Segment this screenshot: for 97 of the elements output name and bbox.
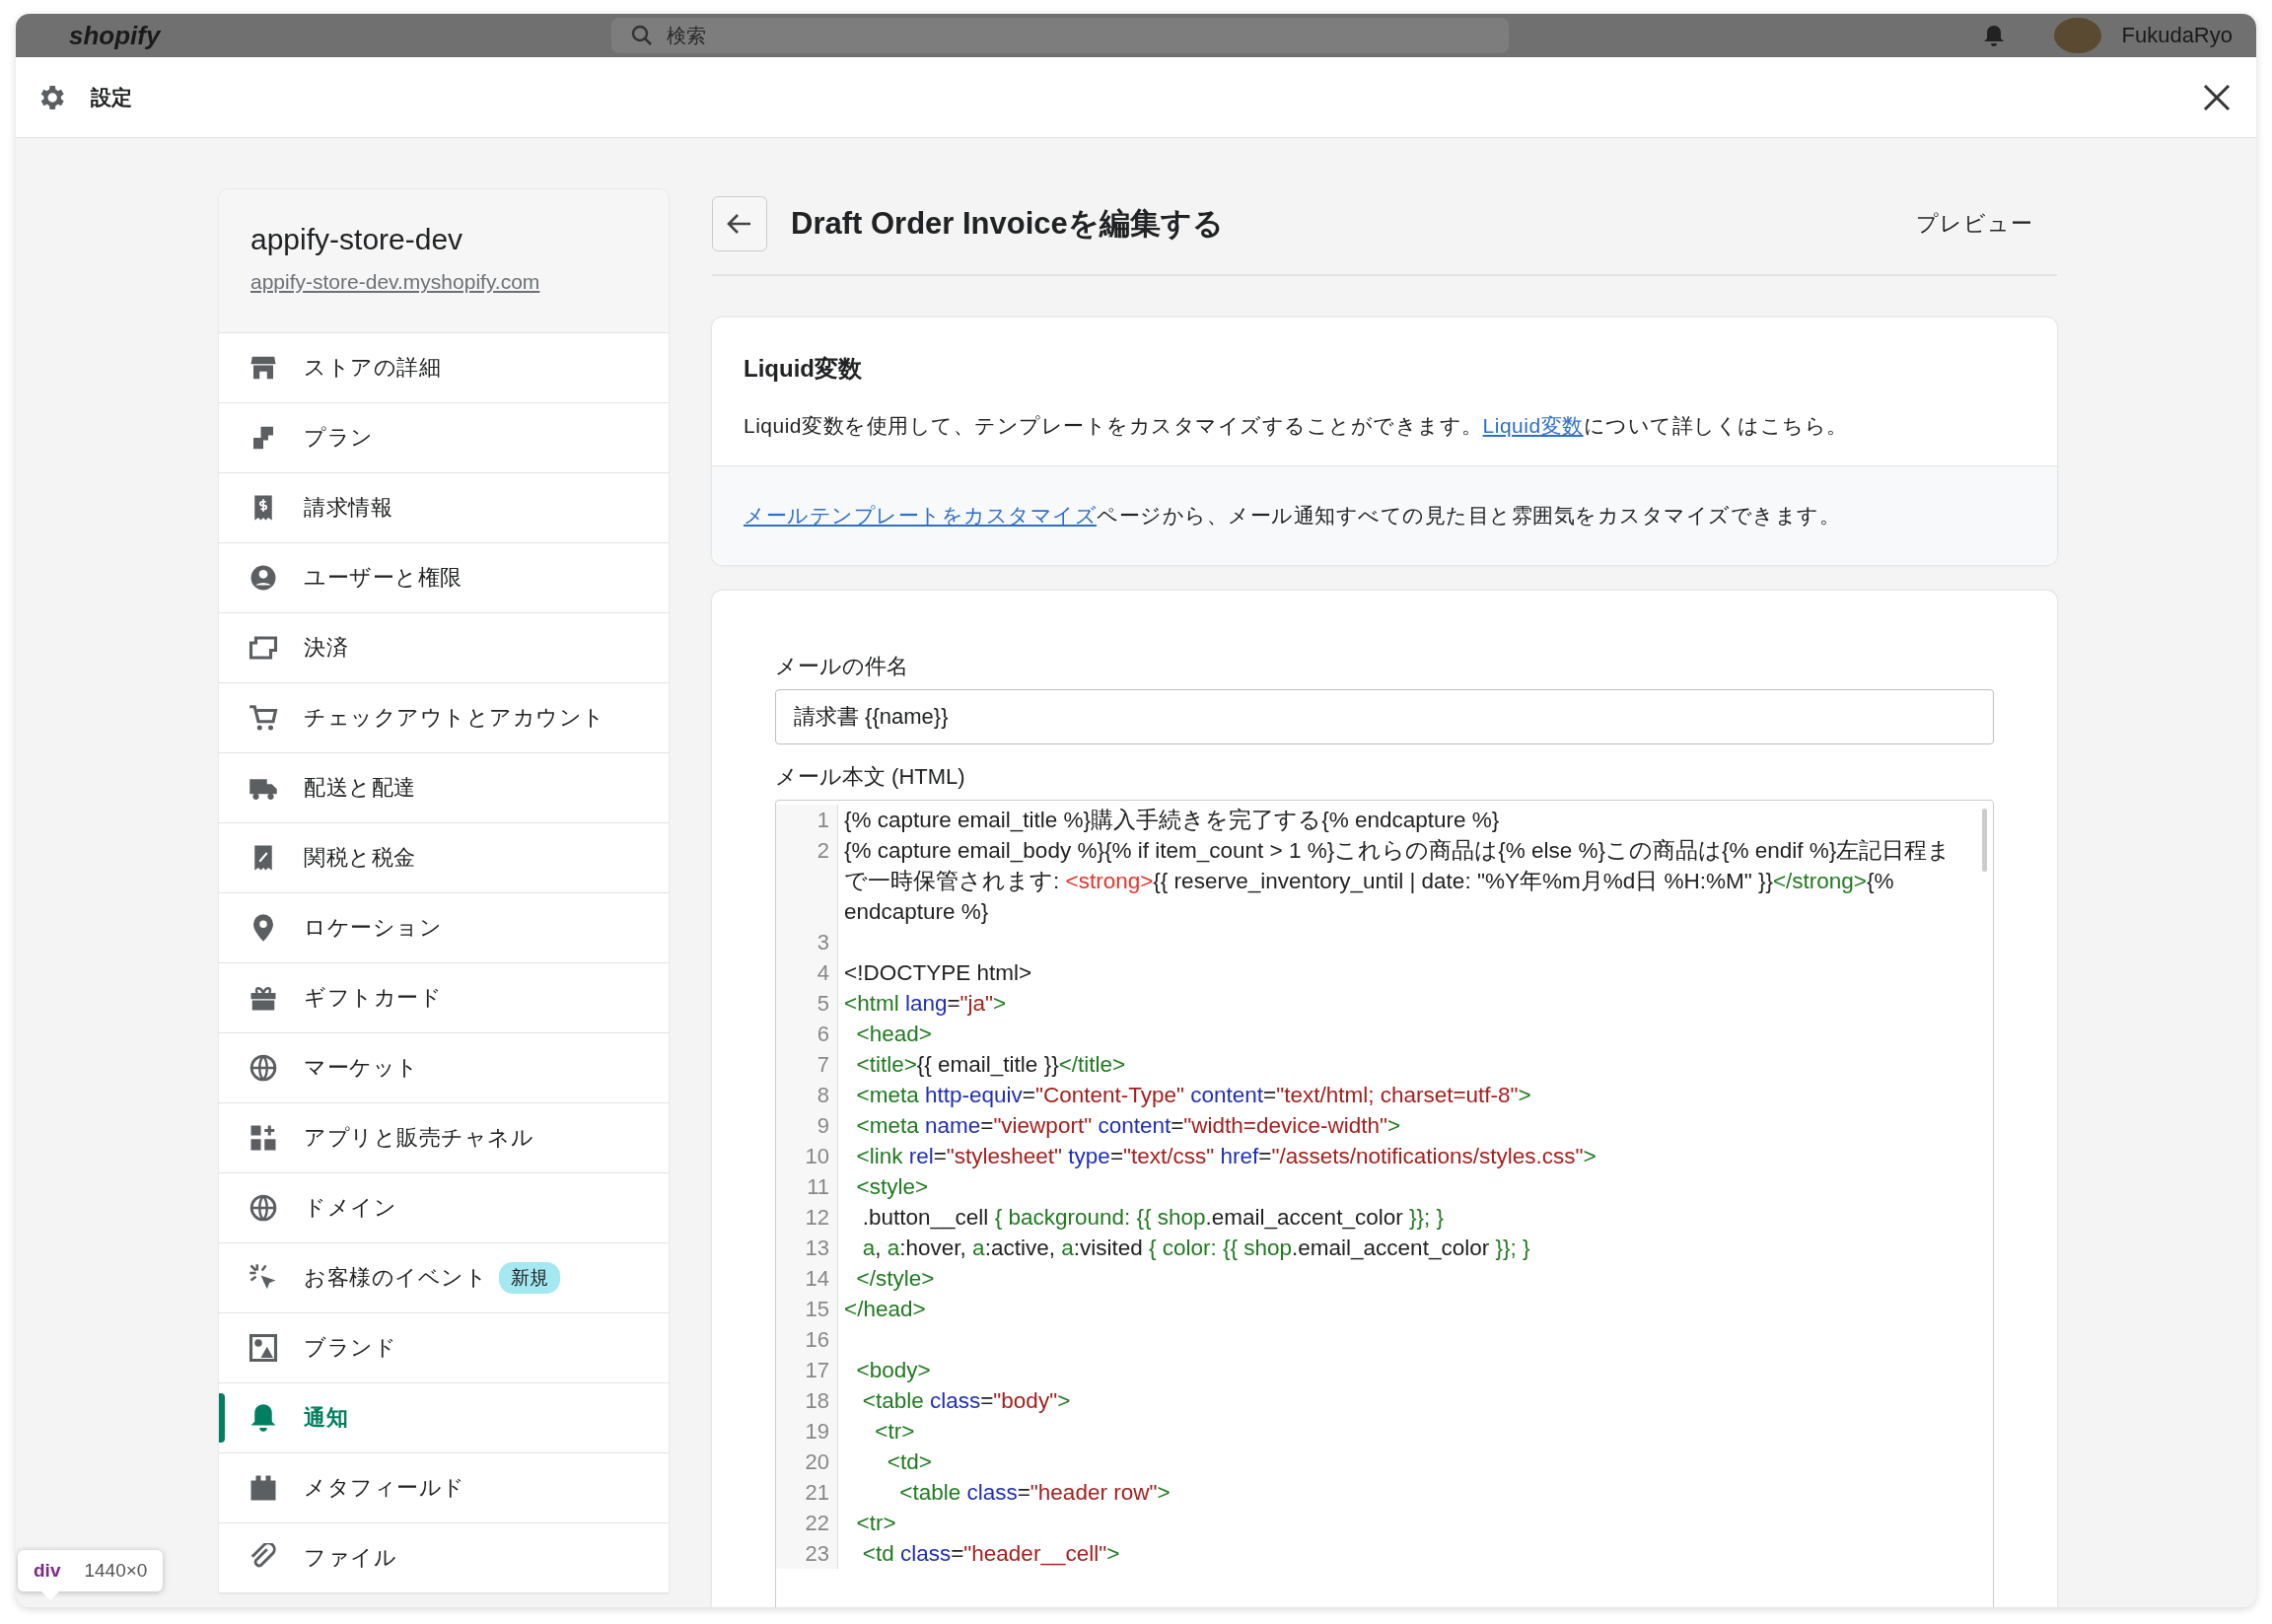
sidebar-item[interactable]: 通知	[219, 1383, 669, 1453]
template-description: メールテンプレートをカスタマイズページから、メール通知すべての見た目と雰囲気をカスタマイズできます。	[744, 503, 1841, 529]
code-line: </head>	[843, 1296, 926, 1323]
line-number: 4	[776, 957, 838, 988]
globe-icon	[248, 1193, 278, 1223]
scrollbar[interactable]	[1982, 809, 1987, 872]
code-line: </style>	[855, 1265, 935, 1293]
sidebar-item[interactable]: 請求情報	[219, 473, 669, 543]
page-title: Draft Order Invoiceを編集する	[791, 205, 1224, 243]
line-number: 6	[776, 1019, 838, 1049]
new-badge: 新規	[499, 1262, 560, 1294]
line-number: 8	[776, 1080, 838, 1110]
line-number: 16	[776, 1324, 838, 1355]
line-number: 13	[776, 1233, 838, 1263]
search-field[interactable]: 検索	[611, 18, 1509, 53]
user-icon	[248, 563, 278, 593]
preview-button[interactable]: プレビュー	[1910, 208, 2039, 240]
search-icon	[631, 25, 653, 46]
card-heading: Liquid変数	[744, 354, 863, 384]
sidebar-item[interactable]: メタフィールド	[219, 1453, 669, 1523]
line-number: 2	[776, 835, 838, 927]
settings-section-icon	[248, 633, 278, 663]
code-editor[interactable]	[775, 800, 1994, 1607]
code-line: <tr>	[874, 1418, 915, 1446]
user-name[interactable]: FukudaRyo	[2121, 23, 2233, 48]
line-number: 12	[776, 1202, 838, 1233]
line-number: 14	[776, 1263, 838, 1294]
code-line: <link rel="stylesheet" type="text/css" href="/assets/notifications/styles.css">	[855, 1143, 1597, 1170]
sidebar-item[interactable]: 決済	[219, 613, 669, 683]
field-label: メール本文 (HTML)	[775, 763, 966, 791]
sidebar-item[interactable]: ドメイン	[219, 1173, 669, 1243]
bell-icon	[248, 1403, 278, 1433]
line-number: 7	[776, 1049, 838, 1080]
sidebar-item[interactable]: プラン	[219, 403, 669, 473]
settings-section-icon	[248, 1123, 278, 1153]
subject-field[interactable]: 請求書 {{name}}	[775, 689, 1994, 744]
code-line: <meta name="viewport" content="width=device-width">	[855, 1112, 1401, 1140]
settings-section-icon	[248, 1473, 278, 1503]
code-line: <td>	[886, 1448, 932, 1476]
store-url-link[interactable]: appify-store-dev.myshopify.com	[250, 270, 637, 294]
code-line: <table class="header row">	[898, 1479, 1171, 1507]
bell-icon[interactable]	[1983, 24, 2006, 47]
globe-icon	[248, 1053, 278, 1083]
back-arrow-icon	[727, 213, 752, 235]
code-line: {% capture email_body %}{% if item_count > 1 %}これらの商品は{% else %}この商品は{% endif %}左記日程まで一時保管されます: <strong>{{ reserve_inventory_until | date: "%Y年%m月%d日 %H:%M" }}</strong>{% endcapture %}	[843, 837, 1952, 926]
code-line: <!DOCTYPE html>	[843, 959, 1032, 987]
line-number: 15	[776, 1294, 838, 1324]
code-line: <head>	[855, 1021, 932, 1048]
sidebar-item[interactable]: マーケット	[219, 1033, 669, 1103]
modal-title: 設定	[91, 84, 132, 110]
settings-section-icon	[248, 1333, 278, 1363]
element-size: 1440×0	[84, 1560, 148, 1582]
close-icon	[2203, 83, 2231, 111]
code-line: <table class="body">	[861, 1387, 1071, 1415]
line-number: 20	[776, 1447, 838, 1477]
line-number: 1	[776, 805, 838, 835]
code-line: {% capture email_title %}購入手続きを完了する{% endcapture %}	[843, 807, 1500, 834]
line-number: 18	[776, 1385, 838, 1416]
line-number: 5	[776, 988, 838, 1019]
field-label: メールの件名	[775, 653, 909, 680]
code-line: <tr>	[855, 1510, 896, 1537]
sidebar-item[interactable]: お客様のイベント 新規	[219, 1243, 669, 1313]
cart-icon	[248, 703, 278, 733]
back-button[interactable]	[712, 196, 767, 251]
sidebar-item[interactable]: チェックアウトとアカウント	[219, 683, 669, 753]
sidebar-item[interactable]: ブランド	[219, 1313, 669, 1383]
code-line: <td class="header__cell">	[861, 1540, 1120, 1568]
line-number: 17	[776, 1355, 838, 1385]
line-number: 22	[776, 1508, 838, 1538]
store-logo-text: shopify	[68, 20, 163, 51]
line-number: 10	[776, 1141, 838, 1171]
code-line: <title>{{ email_title }}</title>	[855, 1051, 1126, 1079]
line-number: 11	[776, 1171, 838, 1202]
customize-template-link[interactable]: メールテンプレートをカスタマイズ	[744, 504, 1097, 527]
code-line: .button__cell { background: {{ shop.email_accent_color }}; }	[861, 1204, 1444, 1232]
store-name: appify-store-dev	[250, 223, 464, 256]
liquid-variables-link[interactable]: Liquid変数	[1482, 414, 1584, 437]
sidebar-item[interactable]: ユーザーと権限	[219, 543, 669, 613]
sidebar-item[interactable]: ストアの詳細	[219, 333, 669, 403]
element-tag: div	[34, 1560, 61, 1582]
line-number: 21	[776, 1477, 838, 1508]
sidebar-item[interactable]: ロケーション	[219, 893, 669, 963]
liquid-description: Liquid変数を使用して、テンプレートをカスタマイズすることができます。Liquid変数について詳しくはこちら。	[744, 413, 1849, 439]
code-line: <html lang="ja">	[843, 990, 1007, 1018]
sidebar-item[interactable]: 関税と税金	[219, 823, 669, 893]
sidebar-item[interactable]: ファイル	[219, 1523, 669, 1593]
line-number: 3	[776, 927, 838, 957]
sidebar-item[interactable]: ギフトカード	[219, 963, 669, 1033]
line-number: 23	[776, 1538, 838, 1569]
line-number: 19	[776, 1416, 838, 1447]
code-line: <style>	[855, 1173, 929, 1201]
code-line: a, a:hover, a:active, a:visited { color: {{ shop.email_accent_color }}; }	[861, 1235, 1530, 1262]
line-number: 9	[776, 1110, 838, 1141]
sidebar-item[interactable]: 配送と配達	[219, 753, 669, 823]
sidebar-item[interactable]: アプリと販売チャネル	[219, 1103, 669, 1173]
code-line: <body>	[855, 1357, 931, 1384]
code-line: <meta http-equiv="Content-Type" content="text/html; charset=utf-8">	[855, 1082, 1531, 1109]
